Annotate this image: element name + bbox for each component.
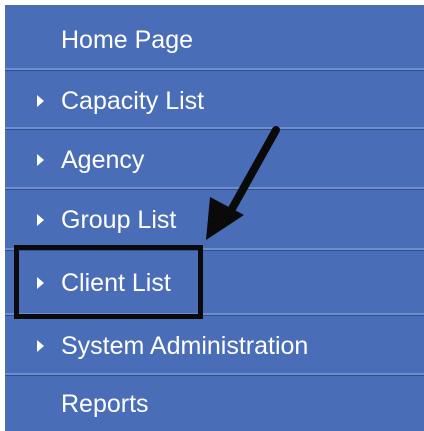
- menu-item-label: System Administration: [61, 331, 309, 360]
- menu-divider: [5, 127, 424, 130]
- menu-item-label: Agency: [61, 145, 145, 174]
- menu-item-agency[interactable]: Agency: [5, 132, 424, 188]
- menu-divider: [5, 68, 424, 71]
- menu-item-system-administration[interactable]: System Administration: [5, 318, 424, 374]
- client-list-highlight-box: [14, 245, 203, 319]
- menu-item-home-page[interactable]: Home Page: [5, 15, 424, 65]
- side-nav-menu: Home Page Capacity List Agency Group Lis…: [5, 5, 424, 431]
- caret-right-icon: [37, 214, 44, 226]
- menu-divider: [5, 373, 424, 376]
- menu-item-group-list[interactable]: Group List: [5, 192, 424, 248]
- menu-item-label: Capacity List: [61, 86, 205, 115]
- menu-item-label: Group List: [61, 205, 177, 234]
- menu-divider: [5, 187, 424, 190]
- menu-item-label: Home Page: [61, 25, 194, 54]
- menu-item-reports[interactable]: Reports: [5, 378, 424, 431]
- menu-item-label: Reports: [61, 390, 149, 418]
- menu-item-capacity-list[interactable]: Capacity List: [5, 73, 424, 129]
- caret-right-icon: [37, 340, 44, 352]
- caret-right-icon: [37, 95, 44, 107]
- caret-right-icon: [37, 154, 44, 166]
